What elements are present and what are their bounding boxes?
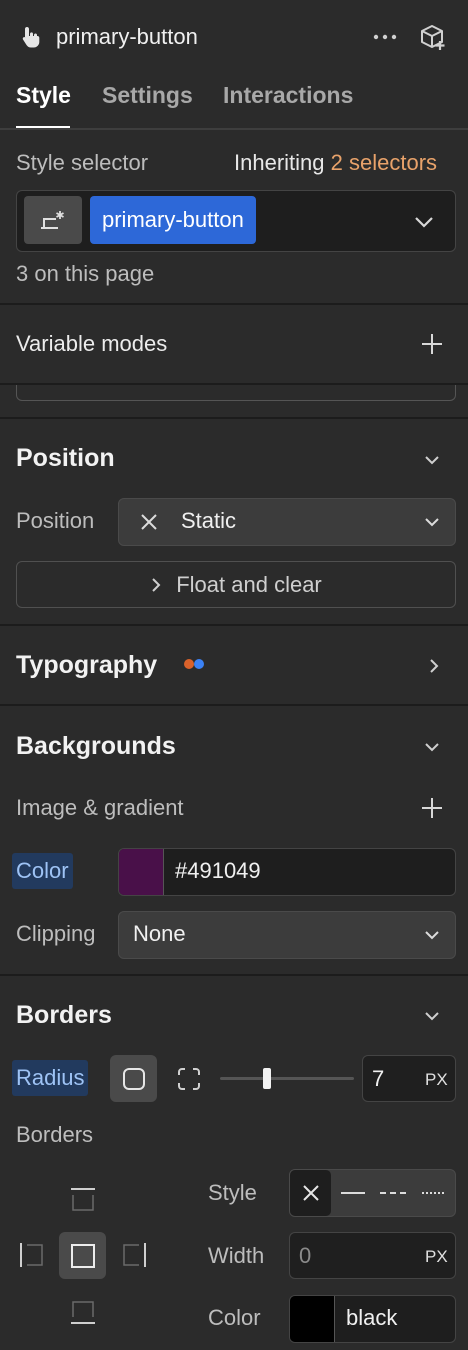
variable-modes-label: Variable modes <box>16 331 168 356</box>
bg-color-swatch[interactable] <box>119 849 164 895</box>
chevron-down-icon[interactable] <box>420 1006 444 1026</box>
inherited-dot-orange <box>184 659 194 669</box>
border-style-label: Style <box>208 1180 257 1205</box>
border-style-solid-icon[interactable] <box>334 1170 372 1216</box>
selector-usage: 3 on this page <box>16 261 155 286</box>
inheriting-text: Inheriting 2 selectors <box>234 150 437 176</box>
clipping-value: None <box>133 921 186 946</box>
border-width-value[interactable]: 0 <box>299 1243 311 1269</box>
backgrounds-section-title[interactable]: Backgrounds <box>16 732 176 761</box>
float-clear-label: Float and clear <box>176 571 322 597</box>
plus-icon[interactable] <box>418 330 446 358</box>
border-all-icon[interactable] <box>59 1232 106 1279</box>
style-selector-label: Style selector <box>16 150 149 175</box>
selector-chip[interactable]: primary-button <box>90 196 256 244</box>
chevron-down-icon <box>420 925 444 945</box>
chevron-right-icon <box>150 576 162 594</box>
border-right-icon[interactable] <box>114 1234 154 1276</box>
radius-slider-thumb[interactable] <box>262 1068 271 1089</box>
border-color-label: Color <box>208 1305 261 1330</box>
tab-settings[interactable]: Settings <box>102 82 193 109</box>
border-width-label: Width <box>208 1243 265 1268</box>
selector-state-button[interactable] <box>24 196 82 244</box>
collapsed-field-edge <box>16 385 456 401</box>
position-section-title[interactable]: Position <box>16 444 115 473</box>
border-color-swatch[interactable] <box>290 1296 335 1342</box>
tab-interactions[interactable]: Interactions <box>223 82 353 109</box>
borders-label: Borders <box>16 1122 94 1147</box>
radius-all-corners-icon[interactable] <box>110 1055 157 1102</box>
borders-section-title[interactable]: Borders <box>16 1001 112 1030</box>
chevron-down-icon[interactable] <box>420 737 444 757</box>
border-style-none-icon[interactable] <box>290 1170 331 1216</box>
plus-icon[interactable] <box>418 794 446 822</box>
close-icon <box>136 510 162 534</box>
radius-individual-corners-icon[interactable] <box>172 1055 206 1102</box>
position-select[interactable] <box>118 498 456 546</box>
radius-label[interactable]: Radius <box>12 1060 89 1096</box>
color-label[interactable]: Color <box>12 853 73 889</box>
border-top-icon[interactable] <box>60 1180 106 1220</box>
bg-color-field[interactable] <box>118 848 456 896</box>
radius-value[interactable]: 7 <box>372 1066 384 1092</box>
border-color-value[interactable]: black <box>346 1305 397 1331</box>
clipping-label: Clipping <box>16 921 96 946</box>
float-clear-button[interactable]: Float and clear <box>16 561 456 608</box>
position-label: Position <box>16 508 95 533</box>
chevron-down-icon[interactable] <box>420 450 444 470</box>
radius-slider-track[interactable] <box>220 1077 354 1080</box>
border-style-dotted-icon[interactable] <box>414 1170 454 1216</box>
border-width-unit[interactable]: PX <box>425 1247 448 1267</box>
chevron-down-icon[interactable] <box>410 208 438 236</box>
element-name: primary-button <box>56 24 198 49</box>
component-add-icon[interactable] <box>416 22 450 54</box>
typography-section-title[interactable]: Typography <box>16 651 157 680</box>
chevron-right-icon[interactable] <box>424 655 444 677</box>
border-left-icon[interactable] <box>12 1234 52 1276</box>
border-bottom-icon[interactable] <box>60 1292 106 1332</box>
inheriting-count-link[interactable]: 2 selectors <box>331 150 437 175</box>
border-style-dashed-icon[interactable] <box>374 1170 412 1216</box>
chevron-down-icon <box>420 512 444 532</box>
radius-unit[interactable]: PX <box>425 1070 448 1090</box>
more-icon[interactable] <box>370 26 400 48</box>
hand-pointer-icon <box>18 24 44 50</box>
tab-style[interactable]: Style <box>16 82 71 109</box>
inheriting-prefix: Inheriting <box>234 150 325 175</box>
inherited-dot-blue <box>194 659 204 669</box>
position-value: Static <box>181 508 237 533</box>
image-gradient-label: Image & gradient <box>16 795 184 820</box>
bg-color-value[interactable]: #491049 <box>175 858 261 884</box>
